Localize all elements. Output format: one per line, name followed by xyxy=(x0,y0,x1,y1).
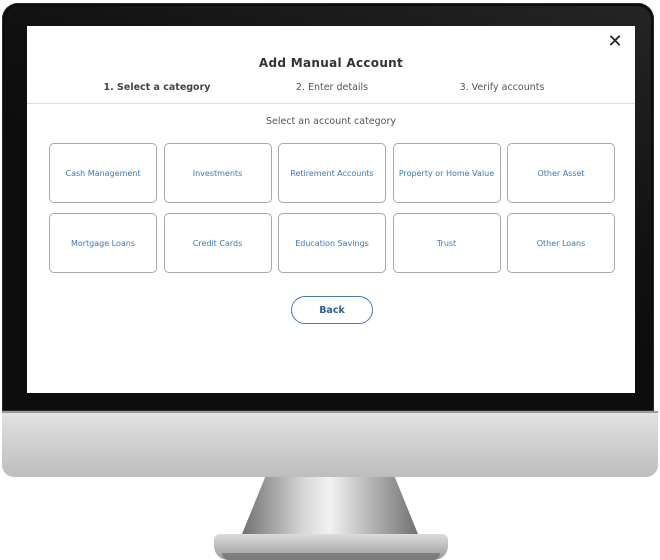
back-button[interactable]: Back xyxy=(291,296,373,324)
category-prompt: Select an account category xyxy=(265,116,397,127)
category-trust[interactable]: Trust xyxy=(392,213,501,273)
step-verify-accounts: 3. Verify accounts xyxy=(459,82,545,93)
category-other-asset[interactable]: Other Asset xyxy=(507,143,615,203)
monitor-stand-shadow xyxy=(222,553,440,560)
step-enter-details: 2. Enter details xyxy=(295,82,369,93)
category-cash-management[interactable]: Cash Management xyxy=(49,143,157,203)
category-property-home-value[interactable]: Property or Home Value xyxy=(392,143,501,203)
monitor-chin xyxy=(2,411,658,477)
category-mortgage-loans[interactable]: Mortgage Loans xyxy=(49,213,157,273)
header-divider xyxy=(27,103,635,104)
close-icon[interactable]: ✕ xyxy=(605,32,625,52)
category-grid: Cash Management Investments Retirement A… xyxy=(49,143,615,273)
step-select-category: 1. Select a category xyxy=(103,82,211,93)
monitor-stand-neck xyxy=(240,477,420,539)
category-credit-cards[interactable]: Credit Cards xyxy=(163,213,272,273)
category-retirement-accounts[interactable]: Retirement Accounts xyxy=(278,143,386,203)
stepper: 1. Select a category 2. Enter details 3.… xyxy=(27,82,635,96)
category-investments[interactable]: Investments xyxy=(163,143,272,203)
dialog-title: Add Manual Account xyxy=(258,56,404,70)
monitor-chin-edge xyxy=(2,411,658,413)
screen: ✕ Add Manual Account 1. Select a categor… xyxy=(27,26,635,393)
category-education-savings[interactable]: Education Savings xyxy=(278,213,386,273)
category-other-loans[interactable]: Other Loans xyxy=(507,213,615,273)
